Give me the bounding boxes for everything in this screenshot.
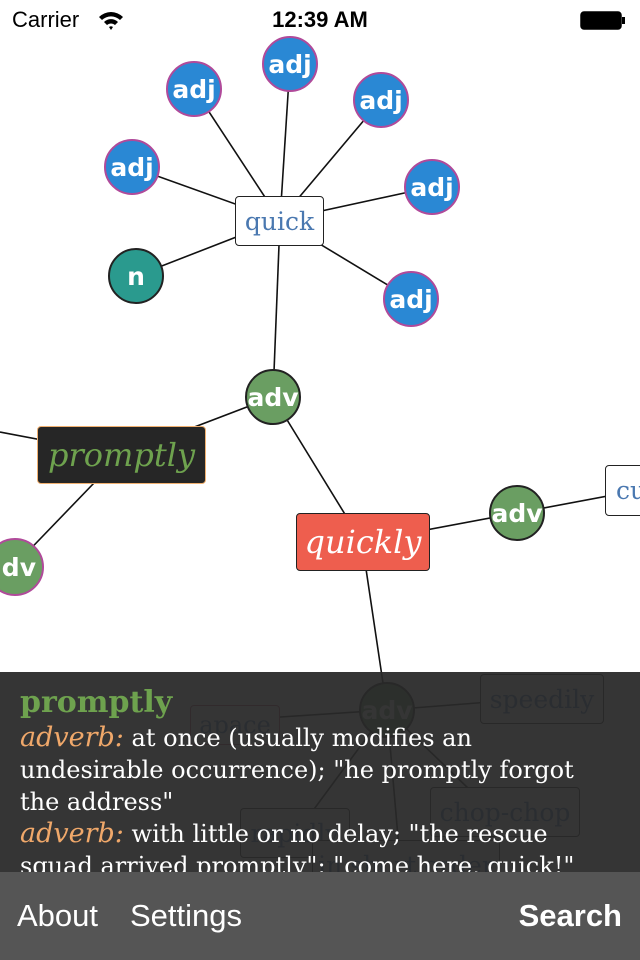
pos-label: adj bbox=[268, 49, 312, 79]
word-node-quick[interactable]: quick bbox=[235, 196, 324, 246]
pos-node-adj[interactable]: adj bbox=[404, 159, 460, 215]
clock: 12:39 AM bbox=[272, 7, 368, 32]
status-bar: Carrier 12:39 AM bbox=[0, 0, 640, 40]
definition-sense: adverb: at once (usually modifies an und… bbox=[20, 722, 620, 818]
about-button[interactable]: About bbox=[17, 898, 98, 934]
battery-icon bbox=[580, 11, 625, 30]
pos-label: adv bbox=[0, 552, 36, 582]
word-label: quickly bbox=[304, 523, 422, 561]
pos-label: adj bbox=[389, 284, 433, 314]
pos-label: adv bbox=[491, 498, 543, 528]
definition-text: promptly adverb: at once (usually modifi… bbox=[20, 684, 620, 872]
word-label: cu bbox=[616, 476, 640, 505]
bottom-toolbar: About Settings Search bbox=[0, 872, 640, 960]
sense-pos: adverb: bbox=[20, 818, 124, 849]
pos-node-adv[interactable]: adv bbox=[245, 369, 301, 425]
word-node-promptly-selected[interactable]: promptly bbox=[37, 426, 206, 484]
pos-label: adj bbox=[359, 85, 403, 115]
word-label: quick bbox=[244, 206, 315, 236]
definition-sense: adverb: with little or no delay; "the re… bbox=[20, 818, 620, 872]
pos-node-adj[interactable]: adj bbox=[262, 36, 318, 92]
wifi-icon bbox=[98, 9, 124, 36]
word-node-partial[interactable]: cu bbox=[605, 465, 640, 516]
settings-button[interactable]: Settings bbox=[130, 898, 242, 934]
pos-label: adj bbox=[110, 152, 154, 182]
pos-node-adj[interactable]: adj bbox=[383, 271, 439, 327]
pos-node-adj[interactable]: adj bbox=[166, 61, 222, 117]
pos-label: adj bbox=[172, 74, 216, 104]
sense-pos: adverb: bbox=[20, 722, 124, 753]
pos-node-adv[interactable]: adv bbox=[489, 485, 545, 541]
definition-panel[interactable]: promptly adverb: at once (usually modifi… bbox=[0, 672, 640, 872]
pos-node-adj[interactable]: adj bbox=[104, 139, 160, 195]
pos-label: adv bbox=[247, 382, 299, 412]
word-node-quickly-focus[interactable]: quickly bbox=[296, 513, 430, 571]
search-button[interactable]: Search bbox=[519, 898, 622, 934]
definition-word: promptly bbox=[20, 685, 173, 720]
pos-node-adj[interactable]: adj bbox=[353, 72, 409, 128]
pos-node-noun[interactable]: n bbox=[108, 248, 164, 304]
pos-label: adj bbox=[410, 172, 454, 202]
word-label: promptly bbox=[47, 436, 196, 474]
pos-label: n bbox=[127, 261, 145, 291]
carrier-label: Carrier bbox=[12, 7, 80, 32]
